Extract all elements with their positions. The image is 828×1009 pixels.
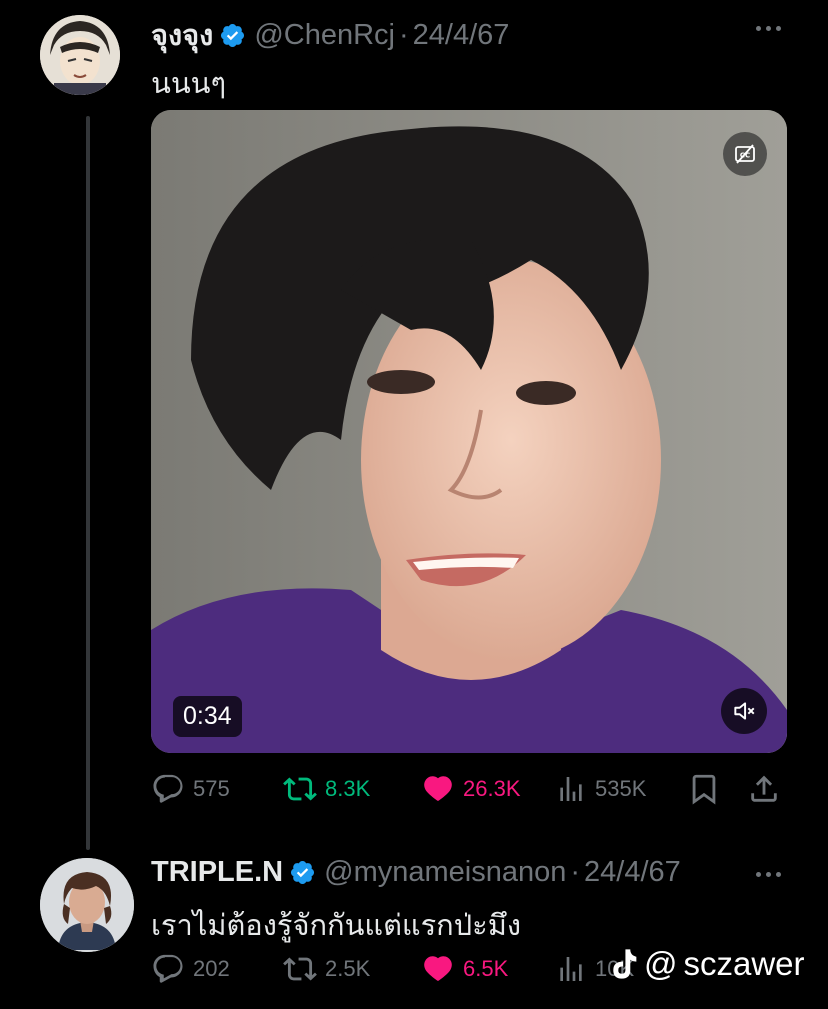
video-frame xyxy=(151,110,787,753)
like-count: 6.5K xyxy=(463,956,509,981)
bookmark-icon xyxy=(692,774,716,805)
repost-icon xyxy=(283,957,317,981)
repost-button[interactable]: 2.5K xyxy=(283,952,370,986)
tweet-header: จุงจุง @ChenRcj · 24/4/67 xyxy=(151,12,509,58)
tiktok-icon xyxy=(613,949,637,979)
avatar[interactable] xyxy=(40,858,134,952)
verified-badge-icon xyxy=(291,860,315,885)
handle[interactable]: @ChenRcj xyxy=(254,19,395,52)
avatar[interactable] xyxy=(40,15,120,95)
share-icon xyxy=(751,775,777,802)
reply-count: 575 xyxy=(193,776,230,801)
repost-icon xyxy=(283,777,317,801)
repost-button[interactable]: 8.3K xyxy=(283,772,370,806)
mute-icon xyxy=(734,702,755,720)
display-name[interactable]: จุงจุง xyxy=(151,12,213,58)
reply-button[interactable]: 202 xyxy=(151,952,230,986)
separator: · xyxy=(570,856,581,888)
timestamp[interactable]: 24/4/67 xyxy=(413,19,510,52)
action-bar: 575 8.3K 26.3K 535K xyxy=(151,772,801,812)
captions-off-button[interactable]: CC xyxy=(723,132,767,176)
reply-icon xyxy=(153,954,183,983)
thread-line xyxy=(86,116,90,850)
verified-badge-icon xyxy=(221,23,245,47)
like-count: 26.3K xyxy=(463,776,521,801)
handle[interactable]: @mynameisnanon xyxy=(324,856,566,889)
views-icon xyxy=(560,777,582,801)
video-player[interactable]: CC 0:34 xyxy=(151,110,787,753)
bookmark-button[interactable] xyxy=(687,772,721,806)
separator: · xyxy=(398,18,409,51)
repost-count: 8.3K xyxy=(325,776,371,801)
watermark-at: @ xyxy=(644,945,678,982)
views-count: 535K xyxy=(595,776,647,801)
tiktok-watermark: @ sczawer xyxy=(608,945,805,983)
watermark-name: sczawer xyxy=(683,945,805,982)
share-button[interactable] xyxy=(747,772,781,806)
views-icon xyxy=(560,957,582,981)
tweet-text: เราไม่ต้องรู้จักกันแต่แรกป่ะมึง xyxy=(151,910,522,942)
like-icon xyxy=(424,956,452,982)
tweet-text: นนนๆ xyxy=(151,68,227,100)
tweet-header: TRIPLE.N @mynameisnanon · 24/4/67 xyxy=(151,856,681,889)
more-icon[interactable] xyxy=(756,26,781,31)
reply-button[interactable]: 575 xyxy=(151,772,230,806)
repost-count: 2.5K xyxy=(325,956,371,981)
like-button[interactable]: 26.3K xyxy=(421,772,521,806)
video-duration: 0:34 xyxy=(173,696,242,737)
views-button[interactable]: 535K xyxy=(555,772,646,806)
reply-icon xyxy=(153,774,183,803)
display-name[interactable]: TRIPLE.N xyxy=(151,856,283,889)
mute-button[interactable] xyxy=(721,688,767,734)
timestamp[interactable]: 24/4/67 xyxy=(584,856,681,889)
like-icon xyxy=(424,776,452,802)
like-button[interactable]: 6.5K xyxy=(421,952,508,986)
captions-off-icon: CC xyxy=(735,144,755,164)
reply-count: 202 xyxy=(193,956,230,981)
more-icon[interactable] xyxy=(756,872,781,877)
